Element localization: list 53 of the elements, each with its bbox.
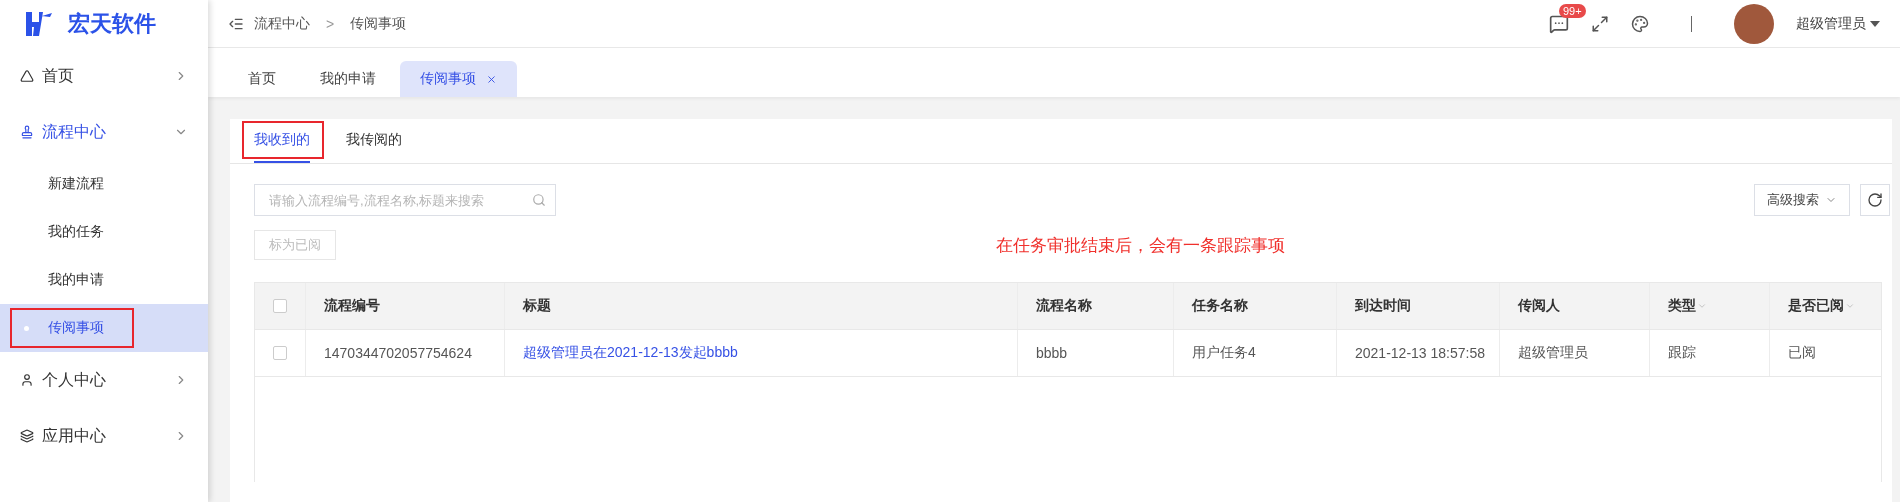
title-link[interactable]: 超级管理员在2021-12-13发起bbbb	[523, 344, 738, 362]
breadcrumb-separator: >	[326, 15, 335, 32]
sidebar-subitem[interactable]: 我的申请	[0, 256, 208, 304]
logo-text: 宏天软件	[68, 10, 156, 38]
column-header: 传阅人	[1518, 297, 1560, 315]
sidebar-subitem[interactable]: 传阅事项	[0, 304, 208, 352]
page-tab[interactable]: 我的申请	[300, 61, 396, 97]
table-cell: 2021-12-13 18:57:58	[1355, 345, 1485, 361]
user-menu[interactable]: 超级管理员	[1796, 14, 1880, 33]
palette-icon[interactable]	[1631, 14, 1649, 33]
column-header: 任务名称	[1192, 297, 1248, 315]
breadcrumb-item: 传阅事项	[350, 14, 407, 33]
sort-icon	[1845, 301, 1855, 311]
dot-icon	[24, 326, 29, 331]
tab[interactable]: 我收到的	[254, 119, 310, 163]
count-badge: 99+	[1559, 3, 1586, 18]
sort-icon	[1697, 301, 1707, 311]
table-cell: 跟踪	[1668, 344, 1696, 362]
breadcrumb-item[interactable]: 流程中心	[254, 14, 310, 33]
advanced-search-button[interactable]: 高级搜索	[1754, 184, 1850, 216]
page-tab[interactable]: 首页	[228, 61, 296, 97]
column-header: 标题	[523, 297, 551, 315]
table-cell: 超级管理员	[1518, 344, 1588, 362]
column-header[interactable]: 类型	[1668, 297, 1707, 315]
checkbox[interactable]	[273, 299, 287, 313]
sidebar-item[interactable]: 应用中心	[0, 408, 208, 464]
table-cell: 已阅	[1788, 344, 1816, 362]
table-cell: 1470344702057754624	[324, 345, 472, 361]
sidebar-item[interactable]: 个人中心	[0, 352, 208, 408]
page-tab[interactable]: 传阅事项	[400, 61, 517, 97]
annotation-text: 在任务审批结束后，会有一条跟踪事项	[996, 234, 1285, 257]
fullscreen-icon[interactable]	[1591, 14, 1609, 33]
column-header[interactable]: 是否已阅	[1788, 297, 1855, 315]
column-header: 流程编号	[324, 297, 380, 315]
sidebar-subitem[interactable]: 我的任务	[0, 208, 208, 256]
close-icon[interactable]	[486, 73, 497, 85]
tab[interactable]: 我传阅的	[346, 119, 402, 163]
search-icon	[532, 193, 546, 207]
search-field[interactable]: 请输入流程编号,流程名称,标题来搜索	[254, 184, 556, 216]
logo-icon	[24, 10, 54, 38]
refresh-icon	[1867, 192, 1883, 208]
column-header: 流程名称	[1036, 297, 1092, 315]
message-icon[interactable]	[1549, 13, 1569, 34]
checkbox[interactable]	[273, 346, 287, 360]
column-header: 到达时间	[1355, 297, 1411, 315]
caret-icon	[1870, 20, 1880, 27]
avatar[interactable]	[1734, 3, 1774, 44]
table-cell: bbbb	[1036, 345, 1068, 361]
sidebar-subitem[interactable]: 新建流程	[0, 160, 208, 208]
sidebar-item[interactable]: 流程中心	[0, 104, 208, 160]
sidebar-item[interactable]: 首页	[0, 48, 208, 104]
table-cell: 用户任务4	[1192, 344, 1256, 362]
refresh-button[interactable]	[1860, 184, 1890, 216]
